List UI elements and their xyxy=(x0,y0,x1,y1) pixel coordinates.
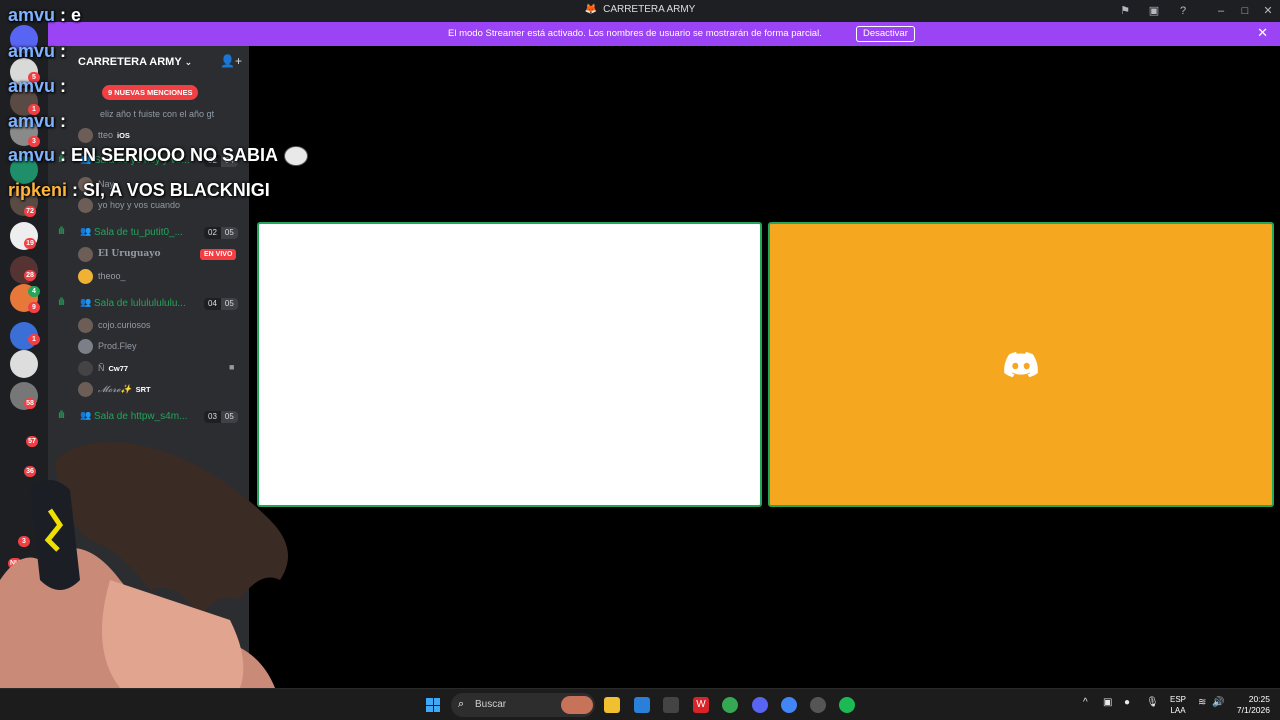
chevron-down-icon: ⌄ xyxy=(184,57,193,67)
window-title: 🦊 CARRETERA ARMY xyxy=(584,4,696,15)
wifi-icon[interactable]: ≋ xyxy=(1198,697,1206,708)
tray-app-icon[interactable]: ▣ xyxy=(1103,697,1112,708)
close-icon[interactable]: ✕ xyxy=(1260,3,1276,19)
windows-start-icon[interactable] xyxy=(426,698,440,712)
voice-user[interactable]: Ñ Cw77 ■ xyxy=(48,360,249,378)
volume-icon[interactable]: 🔊 xyxy=(1212,697,1224,708)
mention-badge: 58 xyxy=(24,398,36,409)
tray-app-icon[interactable]: ● xyxy=(1124,697,1130,708)
streamer-mode-message: El modo Streamer está activado. Los nomb… xyxy=(448,28,822,39)
webcam-overlay xyxy=(0,442,288,688)
chrome-profile-icon[interactable] xyxy=(781,697,797,713)
taskbar: ⌕ Buscar W ^ ▣ ● 🎙 ESP LAA ≋ 🔊 20:25 7/1/2… xyxy=(0,688,1280,720)
voice-activity-icon: ıllı xyxy=(58,297,65,308)
chat-message: amvu : xyxy=(8,41,67,61)
chat-message: amvu : xyxy=(8,111,67,131)
voice-channel[interactable]: ıllı 👥 Sala de httpw_s4m... 03 05 xyxy=(48,408,249,426)
discord-icon[interactable] xyxy=(752,697,768,713)
streamer-mode-banner: El modo Streamer está activado. Los nomb… xyxy=(48,22,1280,46)
discord-logo-icon xyxy=(1004,351,1038,377)
server-name-header[interactable]: CARRETERA ARMY ⌄ xyxy=(78,56,192,68)
deactivate-streamer-button[interactable]: Desactivar xyxy=(856,26,915,42)
help-icon[interactable]: ? xyxy=(1175,3,1191,19)
user-tag: SRT xyxy=(135,385,151,394)
inbox-flag-icon[interactable]: ⚑ xyxy=(1117,3,1133,19)
input-language[interactable]: ESP LAA xyxy=(1168,694,1188,716)
minimize-icon[interactable]: – xyxy=(1213,3,1229,19)
avatar xyxy=(78,247,93,262)
people-icon: 👥 xyxy=(80,226,92,236)
user-count: 03 05 xyxy=(204,411,238,423)
chat-message: amvu : EN SERIOOO NO SABIA xyxy=(8,145,309,167)
microsoft-store-icon[interactable] xyxy=(663,697,679,713)
voice-user[interactable]: El Uruguayo EN VIVO xyxy=(48,246,249,264)
trollface-emote-icon xyxy=(284,146,309,167)
spotify-icon[interactable] xyxy=(839,697,855,713)
camera-icon: ■ xyxy=(229,362,235,372)
chat-message: amvu : xyxy=(8,76,67,96)
voice-channel[interactable]: ıllı 👥 Sala de lulululululu... 04 05 xyxy=(48,295,249,313)
chat-message: amvu : e xyxy=(8,5,82,25)
mention-badge: 19 xyxy=(24,238,36,249)
user-video-tile[interactable] xyxy=(768,222,1274,507)
voice-user[interactable]: 𝓜𝓸𝓻𝓮✨ SRT xyxy=(48,381,249,399)
avatar xyxy=(78,128,93,143)
chat-message: ripkeni : SI, A VOS BLACKNIGI xyxy=(8,180,270,200)
search-highlight-image xyxy=(561,696,593,714)
avatar xyxy=(78,382,93,397)
obs-icon[interactable] xyxy=(810,697,826,713)
user-count: 02 05 xyxy=(204,227,238,239)
people-icon: 👥 xyxy=(80,297,92,307)
voice-user[interactable]: Prod.Fley xyxy=(48,338,249,356)
microphone-icon[interactable]: 🎙 xyxy=(1146,697,1159,708)
voice-activity-icon: ıllı xyxy=(58,226,65,237)
voice-user[interactable]: theoo_ xyxy=(48,268,249,286)
search-icon: ⌕ xyxy=(458,698,465,710)
server-fox-icon: 🦊 xyxy=(584,4,598,15)
avatar xyxy=(78,361,93,376)
stream-tile[interactable] xyxy=(257,222,762,507)
user-tag: Cw77 xyxy=(108,364,129,373)
tray-expand-icon[interactable]: ^ xyxy=(1083,697,1088,708)
voice-user[interactable]: tteo iOS xyxy=(48,127,249,145)
voice-user[interactable]: cojo.curiosos xyxy=(48,317,249,335)
live-badge: EN VIVO xyxy=(200,249,237,260)
avatar xyxy=(78,339,93,354)
avatar xyxy=(78,318,93,333)
invite-people-icon[interactable]: 👤+ xyxy=(220,54,242,68)
title-bar: 🦊 CARRETERA ARMY ⚑ ▣ ? – □ ✕ xyxy=(0,0,1280,22)
server-icon[interactable] xyxy=(10,350,38,378)
user-count: 04 05 xyxy=(204,298,238,310)
voice-channel[interactable]: ıllı 👥 Sala de tu_putit0_... 02 05 xyxy=(48,224,249,242)
new-mentions-pill[interactable]: 9 NUEVAS MENCIONES xyxy=(102,85,199,100)
system-clock[interactable]: 20:25 7/1/2026 xyxy=(1226,694,1270,716)
voice-badge: 4 xyxy=(28,286,40,297)
avatar xyxy=(78,269,93,284)
store-app-icon[interactable] xyxy=(634,697,650,713)
mention-badge: 9 xyxy=(28,302,40,313)
people-icon: 👥 xyxy=(80,410,92,420)
user-tag: iOS xyxy=(117,131,130,140)
mention-badge: 72 xyxy=(24,206,36,217)
screen-share-icon[interactable]: ▣ xyxy=(1146,3,1162,19)
mention-badge: 1 xyxy=(28,334,40,345)
mention-badge: 28 xyxy=(24,270,36,281)
file-explorer-icon[interactable] xyxy=(604,697,620,713)
taskbar-search[interactable]: ⌕ Buscar xyxy=(451,693,595,717)
maximize-icon[interactable]: □ xyxy=(1237,3,1253,19)
wps-office-icon[interactable]: W xyxy=(693,697,709,713)
close-banner-icon[interactable]: ✕ xyxy=(1257,25,1268,41)
voice-activity-icon: ıllı xyxy=(58,410,65,421)
chrome-icon[interactable] xyxy=(722,697,738,713)
list-item: eliz año t fuiste con el año gt xyxy=(100,109,215,119)
